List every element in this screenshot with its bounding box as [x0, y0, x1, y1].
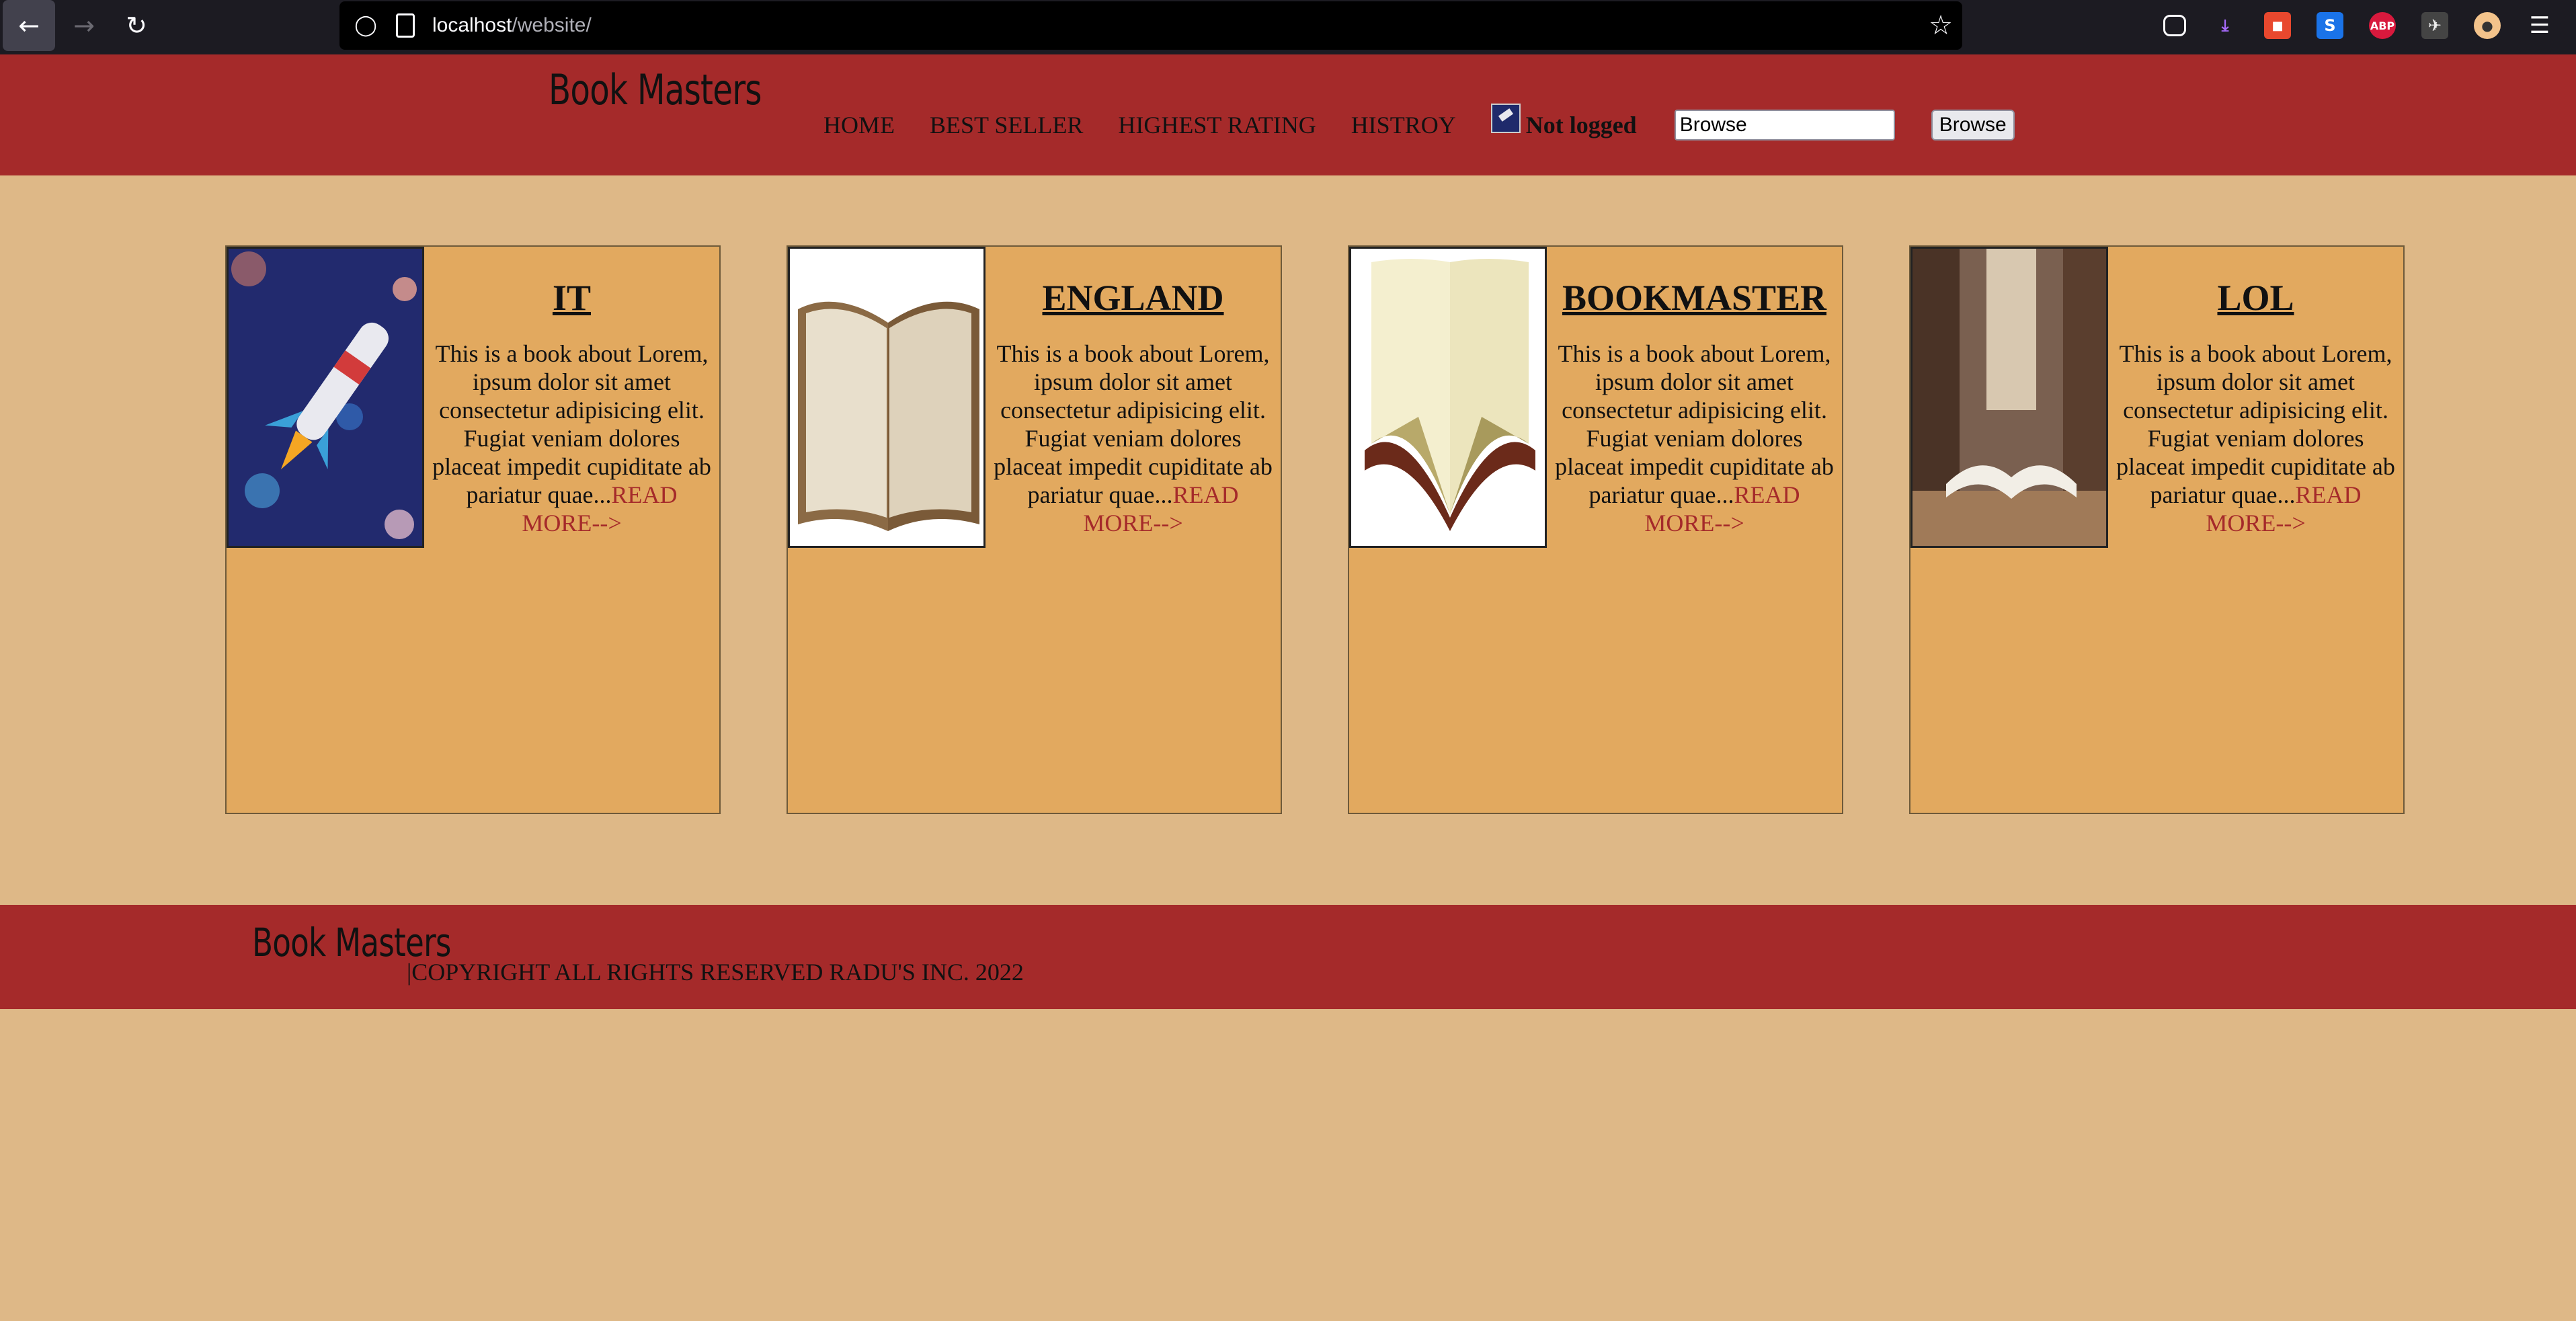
card-title[interactable]: BOOKMASTER: [1549, 276, 1839, 319]
book-cover-image[interactable]: [227, 247, 424, 548]
forward-icon[interactable]: →: [58, 0, 110, 51]
extension-icon-2[interactable]: ✈: [2421, 12, 2448, 39]
adblock-icon[interactable]: ABP: [2369, 12, 2396, 39]
site-footer: Book Masters |COPYRIGHT ALL RIGHTS RESER…: [0, 905, 2576, 1009]
shield-icon[interactable]: ◯: [354, 12, 377, 39]
url-text[interactable]: localhost/website/: [432, 11, 592, 40]
browse-button[interactable]: Browse: [1931, 110, 2015, 141]
card-description: This is a book about Lorem, ipsum dolor …: [2111, 339, 2401, 537]
book-cover-image[interactable]: [788, 247, 985, 548]
nav-best-seller[interactable]: BEST SELLER: [930, 107, 1083, 143]
library-book-icon: [1913, 249, 2106, 546]
book-card: LOL This is a book about Lorem, ipsum do…: [1909, 245, 2405, 814]
nav-home[interactable]: HOME: [823, 107, 895, 143]
toolbar-icons: ⤓ ■ S ABP ✈ ● ☰: [2163, 0, 2576, 51]
card-description: This is a book about Lorem, ipsum dolor …: [1549, 339, 1839, 537]
card-title[interactable]: ENGLAND: [988, 276, 1278, 319]
card-title[interactable]: LOL: [2111, 276, 2401, 319]
s-extension-icon[interactable]: S: [2317, 12, 2343, 39]
address-bar[interactable]: ◯ localhost/website/ ☆: [339, 1, 1962, 50]
book-card: ENGLAND This is a book about Lorem, ipsu…: [787, 245, 1282, 814]
card-body: IT This is a book about Lorem, ipsum dol…: [424, 247, 719, 537]
open-book-icon: [790, 249, 983, 546]
book-card: IT This is a book about Lorem, ipsum dol…: [225, 245, 721, 814]
card-description: This is a book about Lorem, ipsum dolor …: [988, 339, 1278, 537]
reload-icon[interactable]: ↻: [110, 0, 163, 51]
page-icon: [396, 13, 415, 38]
search-input[interactable]: [1674, 110, 1895, 141]
card-body: BOOKMASTER This is a book about Lorem, i…: [1547, 247, 1842, 537]
back-icon[interactable]: ←: [3, 0, 55, 51]
card-description: This is a book about Lorem, ipsum dolor …: [427, 339, 717, 537]
copyright-text: |COPYRIGHT ALL RIGHTS RESERVED RADU'S IN…: [407, 959, 1024, 986]
rocket-icon: [229, 249, 422, 546]
extension-icon[interactable]: ■: [2264, 12, 2291, 39]
book-cover-image[interactable]: [1910, 247, 2108, 548]
card-title[interactable]: IT: [427, 276, 717, 319]
pocket-icon[interactable]: [2163, 15, 2186, 36]
card-body: ENGLAND This is a book about Lorem, ipsu…: [985, 247, 1281, 537]
menu-icon[interactable]: ☰: [2526, 12, 2553, 39]
book-card: BOOKMASTER This is a book about Lorem, i…: [1348, 245, 1843, 814]
star-icon[interactable]: ☆: [1929, 8, 1953, 43]
site-logo[interactable]: Book Masters: [549, 65, 762, 114]
blank-book-icon: [1351, 249, 1545, 546]
url-path: /website/: [512, 14, 592, 36]
site-header: Book Masters HOME BEST SELLER HIGHEST RA…: [0, 54, 2576, 175]
book-cover-image[interactable]: [1349, 247, 1547, 548]
login-status[interactable]: Not logged: [1526, 111, 1637, 139]
download-icon[interactable]: ⤓: [2212, 12, 2239, 39]
main-nav: HOME BEST SELLER HIGHEST RATING HISTROY …: [823, 104, 2015, 143]
profile-icon[interactable]: ●: [2474, 12, 2501, 39]
nav-history[interactable]: HISTROY: [1351, 107, 1456, 143]
url-host: localhost: [432, 14, 512, 36]
user-avatar-icon[interactable]: [1490, 104, 1521, 133]
nav-highest-rating[interactable]: HIGHEST RATING: [1118, 107, 1316, 143]
card-body: LOL This is a book about Lorem, ipsum do…: [2108, 247, 2403, 537]
browser-toolbar: ← → ↻ ◯ localhost/website/ ☆ ⤓ ■ S ABP ✈…: [0, 0, 2576, 54]
